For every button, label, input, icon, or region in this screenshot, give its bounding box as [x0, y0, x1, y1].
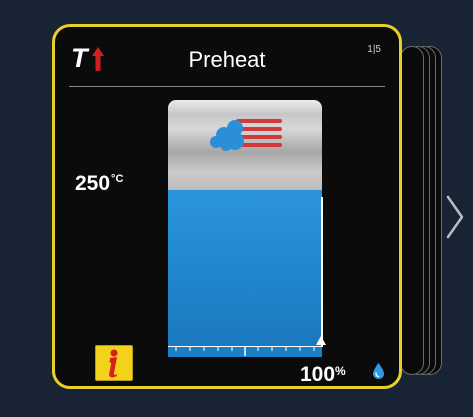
- program-step-card[interactable]: T Preheat 1|5 250°C 100%: [52, 24, 402, 389]
- step-title: Preheat: [188, 47, 266, 72]
- humidity-unit: %: [335, 364, 346, 378]
- humidity-marker: [316, 336, 326, 345]
- header-divider: [69, 86, 385, 87]
- info-button[interactable]: [95, 345, 133, 381]
- temperature-readout[interactable]: 250°C: [75, 172, 123, 196]
- steam-icon: [210, 119, 282, 151]
- chamber-water-level: [168, 190, 322, 346]
- page-indicator: 1|5: [367, 44, 381, 55]
- water-drop-icon: [373, 363, 384, 379]
- cooking-chamber-graphic: [168, 100, 322, 346]
- chamber-steam-zone: [168, 100, 322, 190]
- chevron-right-icon[interactable]: [444, 194, 466, 240]
- scale-ticks: [175, 347, 315, 356]
- level-indicator-line: [321, 197, 323, 347]
- temperature-value: 250: [75, 172, 111, 195]
- humidity-scale: [168, 346, 322, 357]
- temperature-unit: °C: [111, 173, 124, 185]
- humidity-value: 100: [300, 363, 336, 386]
- stacked-card-1: [400, 46, 424, 375]
- humidity-readout[interactable]: 100%: [300, 363, 346, 386]
- info-icon: [109, 349, 118, 378]
